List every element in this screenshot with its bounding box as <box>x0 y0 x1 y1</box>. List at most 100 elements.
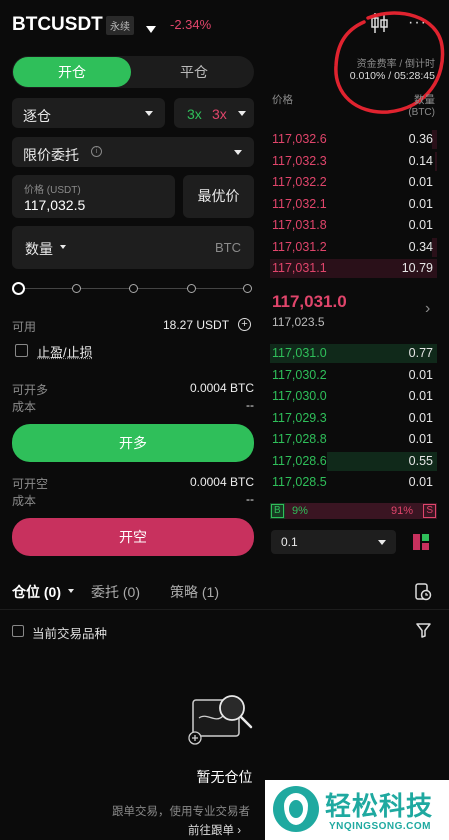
price-change: -2.34% <box>170 17 212 32</box>
symbol-title[interactable]: BTCUSDT <box>12 14 103 36</box>
copy-trade-link[interactable]: 前往跟单 › <box>188 822 241 838</box>
slider-mark-100[interactable] <box>243 284 252 293</box>
precision-select[interactable]: 0.1 <box>271 530 396 554</box>
can-open-long-label: 可开多 <box>12 383 49 397</box>
bid-row[interactable]: 117,031.0 0.77 <box>270 343 437 364</box>
best-price-button[interactable]: 最优价 <box>183 175 254 218</box>
sell-ratio: 91% <box>390 505 413 517</box>
ask-price: 117,031.2 <box>272 239 327 254</box>
watermark-sub: YNQINGSONG.COM <box>329 821 432 832</box>
bid-row[interactable]: 117,028.8 0.01 <box>270 429 437 450</box>
bid-qty: 0.01 <box>408 475 433 489</box>
ask-row[interactable]: 117,031.1 10.79 <box>270 258 437 279</box>
leverage-short: 3x <box>212 106 227 122</box>
order-type-select[interactable]: 限价委托 i <box>12 137 254 167</box>
chevron-down-icon[interactable] <box>60 245 66 249</box>
tab-orders[interactable]: 委托 (0) <box>91 582 140 602</box>
chevron-down-icon[interactable] <box>68 589 74 593</box>
bid-row[interactable]: 117,030.2 0.01 <box>270 365 437 386</box>
bid-qty: 0.01 <box>408 389 433 403</box>
symbol-dropdown-icon[interactable] <box>146 21 156 39</box>
bid-qty: 0.55 <box>408 453 433 468</box>
bid-price: 117,030.0 <box>272 389 327 403</box>
tpsl-label[interactable]: 止盈/止损 <box>37 342 93 361</box>
bid-price: 117,028.8 <box>272 432 327 446</box>
short-cost-label: 成本 <box>12 494 37 508</box>
transfer-plus-icon[interactable]: + <box>238 318 251 331</box>
ask-row[interactable]: 117,032.3 0.14 <box>270 151 437 172</box>
filter-icon[interactable] <box>416 623 431 638</box>
quantity-input[interactable]: 数量 BTC <box>12 226 254 269</box>
quantity-slider[interactable] <box>12 282 254 296</box>
watermark-text: 轻松科技 <box>325 791 434 821</box>
buy-ratio-badge: B <box>271 504 284 518</box>
margin-mode-select[interactable]: 逐仓 <box>12 98 165 128</box>
bid-price: 117,028.6 <box>272 453 327 468</box>
mark-price: 117,023.5 <box>272 315 325 329</box>
slider-mark-75[interactable] <box>187 284 196 293</box>
bid-row[interactable]: 117,030.0 0.01 <box>270 386 437 407</box>
ask-row[interactable]: 117,032.6 0.36 <box>270 129 437 150</box>
bid-row[interactable]: 117,028.6 0.55 <box>270 451 437 472</box>
ask-row[interactable]: 117,032.1 0.01 <box>270 194 437 215</box>
ask-row[interactable]: 117,031.8 0.01 <box>270 215 437 236</box>
tpsl-checkbox[interactable] <box>15 344 28 357</box>
history-icon[interactable] <box>413 582 433 602</box>
available-value: 18.27 USDT <box>163 318 230 332</box>
info-icon[interactable]: i <box>91 146 102 157</box>
leverage-select[interactable]: 3x 3x <box>174 98 254 128</box>
bid-price: 117,029.3 <box>272 410 327 425</box>
leverage-long: 3x <box>187 106 202 122</box>
can-open-short-value: 0.0004 BTC <box>189 475 254 489</box>
slider-mark-50[interactable] <box>129 284 138 293</box>
bid-row[interactable]: 117,028.5 0.01 <box>270 472 437 493</box>
long-cost-value: -- <box>246 398 254 412</box>
open-short-button[interactable]: 开空 <box>12 518 254 556</box>
slider-handle[interactable] <box>12 282 25 295</box>
ask-row[interactable]: 117,032.2 0.01 <box>270 172 437 193</box>
tab-open[interactable]: 开仓 <box>13 57 131 87</box>
chevron-down-icon <box>378 540 386 545</box>
price-input[interactable]: 价格 (USDT) 117,032.5 <box>12 175 175 218</box>
margin-mode-value: 逐仓 <box>23 108 51 124</box>
ratio-bar: B 9% 91% S <box>270 503 437 519</box>
current-symbol-checkbox[interactable] <box>12 625 24 637</box>
slider-mark-25[interactable] <box>72 284 81 293</box>
tab-positions[interactable]: 仓位 (0) <box>12 582 61 602</box>
orderbook-layout-icon[interactable] <box>410 531 432 553</box>
open-long-button[interactable]: 开多 <box>12 424 254 462</box>
current-symbol-label[interactable]: 当前交易品种 <box>32 623 107 642</box>
ask-price: 117,032.1 <box>272 196 327 211</box>
buy-ratio: 9% <box>292 505 308 517</box>
tabs-divider <box>0 609 449 610</box>
ask-qty: 0.01 <box>408 218 433 232</box>
ask-qty: 10.79 <box>401 261 433 275</box>
ask-qty: 0.01 <box>408 196 433 211</box>
chevron-down-icon <box>238 111 246 116</box>
short-cost-value: -- <box>246 492 254 506</box>
chevron-down-icon <box>145 111 153 116</box>
price-input-value: 117,032.5 <box>24 197 86 213</box>
ask-qty: 0.14 <box>408 153 433 168</box>
available-label: 可用 <box>12 320 37 334</box>
bid-price: 117,030.2 <box>272 367 327 382</box>
orderbook-price-header: 价格 <box>272 94 293 106</box>
empty-positions-icon <box>185 690 265 750</box>
ask-price: 117,031.8 <box>272 218 327 232</box>
precision-value: 0.1 <box>281 535 298 549</box>
order-type-value: 限价委托 <box>23 147 79 163</box>
ask-price: 117,032.6 <box>272 132 327 146</box>
last-price[interactable]: 117,031.0 <box>272 292 347 312</box>
tab-strategies[interactable]: 策略 (1) <box>170 582 219 602</box>
bid-qty: 0.77 <box>408 346 433 360</box>
bid-qty: 0.01 <box>408 432 433 446</box>
bid-price: 117,028.5 <box>272 475 327 489</box>
watermark-logo: 轻松科技 YNQINGSONG.COM <box>265 780 449 840</box>
ask-price: 117,032.3 <box>272 153 327 168</box>
bid-row[interactable]: 117,029.3 0.01 <box>270 408 437 429</box>
can-open-long-value: 0.0004 BTC <box>189 381 254 395</box>
ask-qty: 0.34 <box>408 239 433 254</box>
chevron-right-icon[interactable]: › <box>425 300 430 318</box>
ask-row[interactable]: 117,031.2 0.34 <box>270 237 437 258</box>
tab-close[interactable]: 平仓 <box>135 57 253 87</box>
